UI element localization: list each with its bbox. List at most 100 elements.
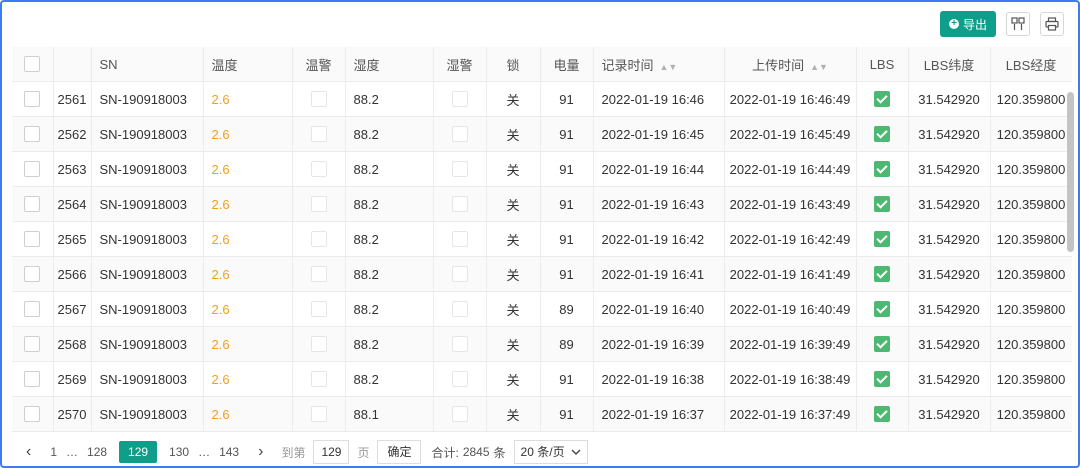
row-checkbox-cell[interactable] <box>12 291 54 327</box>
humidity-alarm-checkbox <box>451 301 468 318</box>
row-checkbox-cell[interactable] <box>12 431 54 432</box>
header-upload-time[interactable]: 上传时间 ▲▼ <box>724 47 857 82</box>
lbs-checked-icon <box>874 126 890 143</box>
cell-sn: SN-190918003 <box>91 291 204 327</box>
table-row[interactable]: 2568 SN-190918003 2.6 88.2 关 89 2022-01-19 16:… <box>12 326 1072 362</box>
page-size-value: 20 条/页 <box>520 445 565 459</box>
row-checkbox-cell[interactable] <box>12 256 54 292</box>
cell-humidity: 88.2 <box>345 326 434 362</box>
cell-lbs-longitude: 120.359800 <box>990 326 1072 362</box>
cell-lbs <box>856 81 909 117</box>
row-checkbox-cell[interactable] <box>12 361 54 397</box>
table-row[interactable]: 2569 SN-190918003 2.6 88.2 关 91 2022-01-19 16:… <box>12 361 1072 397</box>
cell-humidity-alarm <box>433 186 487 222</box>
cell-battery: 91 <box>540 221 594 257</box>
table-row[interactable]: 2567 SN-190918003 2.6 88.2 关 89 2022-01-19 16:… <box>12 291 1072 327</box>
table-row[interactable]: 2565 SN-190918003 2.6 88.2 关 91 2022-01-19 16:… <box>12 221 1072 257</box>
cell-humidity: 88.2 <box>345 186 434 222</box>
page-ellipsis[interactable]: … <box>66 445 78 459</box>
header-temperature: 温度 <box>203 47 293 82</box>
cell-humidity-alarm <box>433 116 487 152</box>
row-checkbox-cell[interactable] <box>12 116 54 152</box>
cell-upload-time: 2022-01-19 16:38:49 <box>724 361 857 397</box>
row-checkbox[interactable] <box>24 126 41 143</box>
goto-page-input[interactable]: 129 <box>313 440 350 464</box>
row-checkbox-cell[interactable] <box>12 326 54 362</box>
table-row[interactable]: 2563 SN-190918003 2.6 88.2 关 91 2022-01-19 16:… <box>12 151 1072 187</box>
cell-temperature: 2.6 <box>203 431 293 432</box>
cell-sn: SN-190918003 <box>91 116 204 152</box>
row-checkbox-cell[interactable] <box>12 186 54 222</box>
cell-lbs-longitude: 120.359800 <box>990 396 1072 432</box>
table-row[interactable]: 2562 SN-190918003 2.6 88.2 关 91 2022-01-19 16:… <box>12 116 1072 152</box>
cell-record-time: 2022-01-19 16:36 <box>593 431 725 432</box>
page-130[interactable]: 130 <box>160 445 198 459</box>
cell-lbs-longitude: 120.359800 <box>990 151 1072 187</box>
table-row[interactable]: 2566 SN-190918003 2.6 88.2 关 91 2022-01-19 16:… <box>12 256 1072 292</box>
cell-lock: 关 <box>486 361 541 397</box>
cell-sn: SN-190918003 <box>91 396 204 432</box>
cell-lbs <box>856 256 909 292</box>
row-checkbox[interactable] <box>24 371 41 388</box>
humidity-alarm-checkbox <box>451 161 468 178</box>
table-row[interactable]: 2564 SN-190918003 2.6 88.2 关 91 2022-01-19 16:… <box>12 186 1072 222</box>
cell-upload-time: 2022-01-19 16:40:49 <box>724 291 857 327</box>
row-checkbox[interactable] <box>24 406 41 423</box>
row-checkbox[interactable] <box>24 91 41 108</box>
row-checkbox[interactable] <box>24 301 41 318</box>
next-page-button[interactable]: › <box>248 443 273 461</box>
table-row[interactable]: 2561 SN-190918003 2.6 88.2 关 91 2022-01-19 16:… <box>12 81 1072 117</box>
cell-humidity: 88.2 <box>345 221 434 257</box>
row-checkbox-cell[interactable] <box>12 396 54 432</box>
row-checkbox[interactable] <box>24 196 41 213</box>
cell-temperature: 2.6 <box>203 256 293 292</box>
cell-lbs <box>856 431 909 432</box>
sort-icon[interactable]: ▲▼ <box>660 62 678 72</box>
lbs-checked-icon <box>874 231 890 248</box>
cell-lbs-longitude: 120.359800 <box>990 221 1072 257</box>
row-checkbox-cell[interactable] <box>12 221 54 257</box>
cell-lbs-longitude: 120.359800 <box>990 361 1072 397</box>
row-checkbox[interactable] <box>24 266 41 283</box>
header-index <box>53 47 92 82</box>
lbs-checked-icon <box>874 336 890 353</box>
cell-sn: SN-190918003 <box>91 81 204 117</box>
header-humidity: 湿度 <box>345 47 434 82</box>
header-record-time[interactable]: 记录时间 ▲▼ <box>593 47 725 82</box>
humidity-alarm-checkbox <box>451 371 468 388</box>
export-button[interactable]: + 导出 <box>939 11 996 37</box>
cell-lbs-latitude: 31.542920 <box>908 361 991 397</box>
cell-battery: 91 <box>540 361 594 397</box>
goto-confirm-button[interactable]: 确定 <box>377 440 422 464</box>
row-checkbox[interactable] <box>24 336 41 353</box>
sort-icon[interactable]: ▲▼ <box>810 62 828 72</box>
table-row[interactable]: 2570 SN-190918003 2.6 88.1 关 91 2022-01-19 16:… <box>12 396 1072 432</box>
column-settings-button[interactable] <box>1006 12 1030 36</box>
prev-page-button[interactable]: ‹ <box>16 443 41 461</box>
cell-humidity: 88.2 <box>345 256 434 292</box>
cell-sn: SN-190918003 <box>91 326 204 362</box>
vertical-scrollbar[interactable] <box>1067 92 1074 252</box>
current-page[interactable]: 129 <box>119 441 158 463</box>
cell-lbs <box>856 361 909 397</box>
cell-sn: SN-190918003 <box>91 431 204 432</box>
print-button[interactable] <box>1040 12 1064 36</box>
humidity-alarm-checkbox <box>451 126 468 143</box>
row-checkbox-cell[interactable] <box>12 151 54 187</box>
cell-lbs <box>856 151 909 187</box>
cell-temperature: 2.6 <box>203 81 293 117</box>
page-143[interactable]: 143 <box>210 445 248 459</box>
select-all-checkbox[interactable] <box>24 56 41 73</box>
select-all-checkbox-cell[interactable] <box>12 47 54 82</box>
table-row[interactable]: 2571SN-1909180032.688.2关912022-01-19 16:… <box>12 431 1072 432</box>
row-checkbox[interactable] <box>24 231 41 248</box>
cell-temp-alarm <box>292 81 346 117</box>
row-checkbox[interactable] <box>24 161 41 178</box>
row-checkbox-cell[interactable] <box>12 81 54 117</box>
page-1[interactable]: 1 <box>41 445 66 459</box>
page-size-select[interactable]: 20 条/页 <box>513 440 588 464</box>
page-ellipsis[interactable]: … <box>198 445 210 459</box>
cell-battery: 89 <box>540 291 594 327</box>
page-128[interactable]: 128 <box>78 445 116 459</box>
cell-humidity-alarm <box>433 361 487 397</box>
